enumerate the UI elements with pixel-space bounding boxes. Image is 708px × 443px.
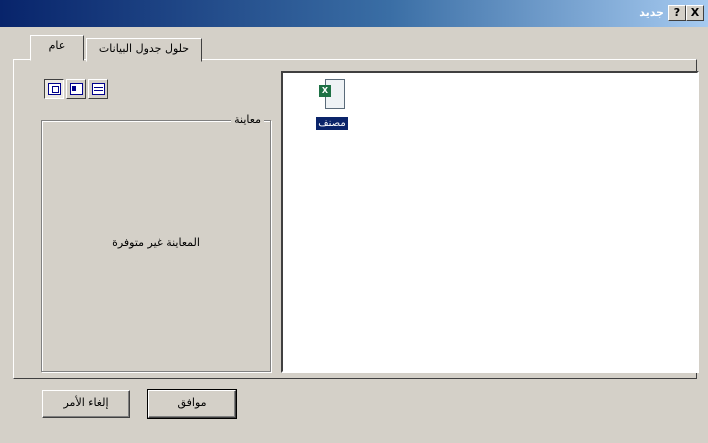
tab-spreadsheet-solutions[interactable]: حلول جدول البيانات bbox=[86, 38, 202, 62]
preview-group: معاينة المعاينة غير متوفرة bbox=[41, 113, 271, 372]
preview-message: المعاينة غير متوفرة bbox=[112, 236, 200, 249]
details-icon bbox=[92, 83, 105, 95]
large-icons-view-button[interactable] bbox=[44, 79, 64, 99]
new-dialog: جديد ? X عام حلول جدول البيانات معاينة ا… bbox=[0, 0, 708, 443]
large-icons-icon bbox=[48, 83, 61, 95]
excel-badge: X bbox=[319, 85, 331, 97]
window-title: جديد bbox=[639, 6, 664, 19]
title-bar[interactable]: جديد ? X bbox=[0, 0, 708, 27]
preview-title: معاينة bbox=[231, 113, 264, 126]
excel-workbook-icon: X bbox=[319, 79, 345, 111]
list-icon bbox=[70, 83, 83, 95]
template-list[interactable]: X مصنف bbox=[281, 71, 699, 373]
ok-button[interactable]: موافق bbox=[147, 389, 237, 419]
list-view-button[interactable] bbox=[66, 79, 86, 99]
details-view-button[interactable] bbox=[88, 79, 108, 99]
list-item[interactable]: X مصنف bbox=[307, 79, 357, 143]
tab-general[interactable]: عام bbox=[30, 35, 84, 61]
file-label: مصنف bbox=[316, 117, 348, 130]
help-button[interactable]: ? bbox=[668, 5, 686, 21]
cancel-button[interactable]: إلغاء الأمر bbox=[42, 390, 130, 418]
close-button[interactable]: X bbox=[686, 5, 704, 21]
